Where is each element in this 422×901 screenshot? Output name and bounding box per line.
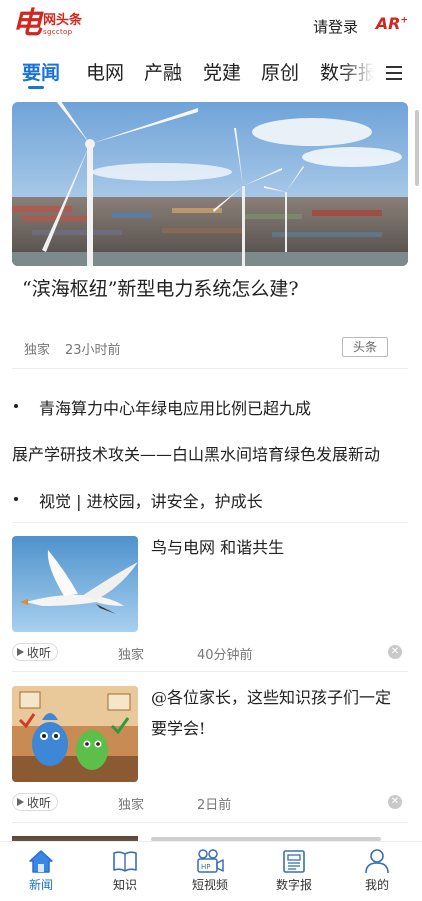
featured-time: 23小时前 xyxy=(65,343,121,358)
nav-item-knowledge[interactable]: 知识 xyxy=(85,848,165,893)
svg-text:HP: HP xyxy=(201,863,211,871)
ar-button[interactable]: AR+ xyxy=(376,14,408,33)
book-icon xyxy=(113,851,137,872)
scrollbar[interactable] xyxy=(415,110,419,186)
app-header: 电 网头条 sgcctop 请登录 AR+ xyxy=(0,0,422,52)
nav-item-profile[interactable]: 我的 xyxy=(337,848,417,893)
card-thumbnail-kids[interactable] xyxy=(12,686,138,782)
user-icon xyxy=(365,849,389,874)
card-title[interactable]: @各位家长，这些知识孩子们一定要学会! xyxy=(151,682,401,744)
video-icon: HP xyxy=(197,849,224,873)
card-title[interactable]: 鸟与电网 和谐共生 xyxy=(151,532,401,563)
tabs-fade xyxy=(340,52,382,96)
channel-tabs: 要闻 电网 产融 党建 原创 数字报 xyxy=(0,52,422,96)
bottom-nav: 新闻 知识 HP 短视频 数字报 我的 xyxy=(0,841,422,901)
divider xyxy=(12,522,408,523)
nav-item-digital-paper[interactable]: 数字报 xyxy=(254,848,334,893)
dismiss-icon[interactable]: ✕ xyxy=(388,795,402,809)
listen-label: 收听 xyxy=(27,795,52,810)
bullet-icon xyxy=(14,497,18,501)
active-tab-indicator xyxy=(28,86,44,89)
tab-yaowen[interactable]: 要闻 xyxy=(22,58,60,85)
listen-label: 收听 xyxy=(27,645,52,660)
logo-mark: 电 xyxy=(12,6,42,41)
featured-title[interactable]: “滨海枢纽”新型电力系统怎么建? xyxy=(22,274,299,301)
ar-label: AR xyxy=(375,14,401,33)
app-logo: 电 网头条 sgcctop xyxy=(12,8,82,40)
divider xyxy=(12,822,408,823)
headline-item[interactable]: 青海算力中心年绿电应用比例已超九成 xyxy=(39,395,311,419)
nav-item-short-video[interactable]: HP 短视频 xyxy=(170,848,250,893)
ar-badge: + xyxy=(400,15,408,26)
tab-dianwang[interactable]: 电网 xyxy=(86,58,124,85)
play-icon xyxy=(17,798,24,806)
tab-yuanchuang[interactable]: 原创 xyxy=(261,58,299,85)
card-source: 独家 xyxy=(118,798,145,813)
nav-label: 数字报 xyxy=(275,878,312,892)
newspaper-icon xyxy=(283,850,305,873)
nav-label: 新闻 xyxy=(28,878,53,892)
nav-label: 知识 xyxy=(112,878,137,892)
tab-dangjian[interactable]: 党建 xyxy=(203,58,241,85)
login-link[interactable]: 请登录 xyxy=(313,16,358,37)
card-time: 2日前 xyxy=(197,798,232,813)
play-icon xyxy=(17,648,24,656)
divider xyxy=(12,671,408,672)
logo-name: 网头条 xyxy=(43,13,83,28)
featured-source: 独家 xyxy=(24,343,51,358)
headline-item[interactable]: 展产学研技术攻关——白山黑水间培育绿色发展新动 xyxy=(12,441,380,465)
listen-button[interactable]: 收听 xyxy=(12,793,59,811)
tab-chanrong[interactable]: 产融 xyxy=(144,58,182,85)
hero-image[interactable] xyxy=(12,102,408,266)
headline-item[interactable]: 视觉 | 进校园，讲安全，护成长 xyxy=(39,488,263,512)
menu-icon[interactable] xyxy=(386,66,402,80)
featured-tag: 头条 xyxy=(342,337,388,357)
home-icon xyxy=(29,850,53,873)
divider xyxy=(12,368,408,369)
nav-label: 短视频 xyxy=(191,878,228,892)
card-source: 独家 xyxy=(118,648,145,663)
dismiss-icon[interactable]: ✕ xyxy=(388,645,402,659)
card-time: 40分钟前 xyxy=(197,648,253,663)
listen-button[interactable]: 收听 xyxy=(12,643,59,661)
bullet-icon xyxy=(14,404,18,408)
logo-subtitle: sgcctop xyxy=(43,28,73,36)
nav-label: 我的 xyxy=(364,878,389,892)
card-thumbnail-bird[interactable] xyxy=(12,536,138,632)
nav-item-news[interactable]: 新闻 xyxy=(1,848,81,893)
